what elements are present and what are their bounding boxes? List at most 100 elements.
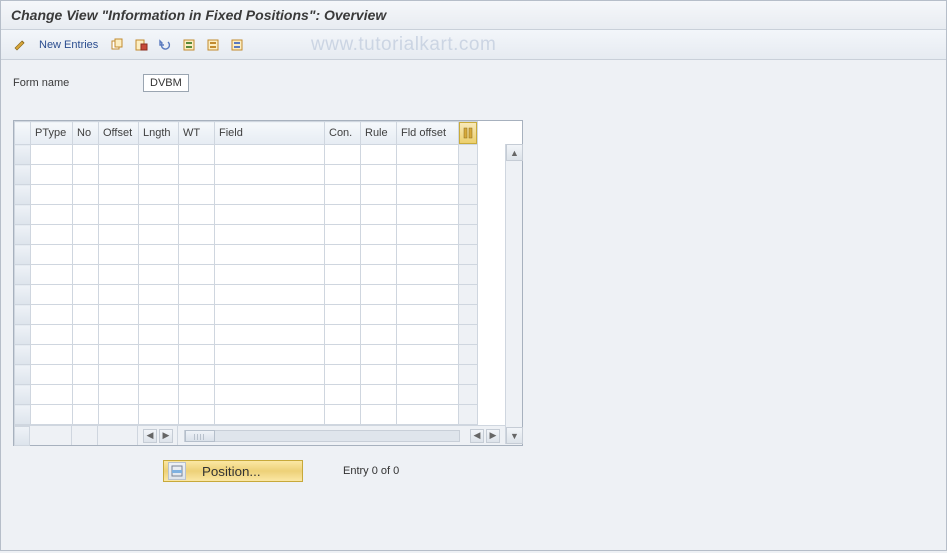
- cell[interactable]: [73, 385, 99, 405]
- row-selector[interactable]: [15, 265, 31, 285]
- cell[interactable]: [215, 205, 325, 225]
- col-field[interactable]: Field: [215, 122, 325, 145]
- cell[interactable]: [215, 185, 325, 205]
- scroll-down-icon[interactable]: ▼: [506, 427, 523, 444]
- cell[interactable]: [325, 185, 361, 205]
- row-selector[interactable]: [15, 305, 31, 325]
- cell[interactable]: [179, 325, 215, 345]
- cell[interactable]: [325, 225, 361, 245]
- table-row[interactable]: [15, 225, 478, 245]
- cell[interactable]: [179, 145, 215, 165]
- cell[interactable]: [361, 205, 397, 225]
- cell[interactable]: [179, 405, 215, 425]
- cell[interactable]: [179, 345, 215, 365]
- row-selector[interactable]: [15, 185, 31, 205]
- table-row[interactable]: [15, 205, 478, 225]
- cell[interactable]: [325, 345, 361, 365]
- select-all-icon[interactable]: [178, 34, 200, 56]
- cell[interactable]: [325, 365, 361, 385]
- table-row[interactable]: [15, 385, 478, 405]
- undo-icon[interactable]: [154, 34, 176, 56]
- cell[interactable]: [99, 225, 139, 245]
- col-length[interactable]: Lngth: [139, 122, 179, 145]
- select-all-header[interactable]: [15, 122, 31, 145]
- new-entries-button[interactable]: New Entries: [33, 37, 104, 53]
- row-selector[interactable]: [15, 165, 31, 185]
- cell[interactable]: [73, 345, 99, 365]
- row-selector[interactable]: [15, 325, 31, 345]
- cell[interactable]: [215, 405, 325, 425]
- cell[interactable]: [73, 165, 99, 185]
- cell[interactable]: [361, 325, 397, 345]
- cell[interactable]: [179, 225, 215, 245]
- cell[interactable]: [73, 265, 99, 285]
- cell[interactable]: [397, 245, 459, 265]
- cell[interactable]: [215, 145, 325, 165]
- cell[interactable]: [99, 185, 139, 205]
- cell[interactable]: [31, 185, 73, 205]
- table-row[interactable]: [15, 185, 478, 205]
- scroll-up-icon[interactable]: ▲: [506, 144, 523, 161]
- col-fldoffset[interactable]: Fld offset: [397, 122, 459, 145]
- cell[interactable]: [73, 145, 99, 165]
- h-scroll-thumb[interactable]: [185, 430, 215, 442]
- col-wt[interactable]: WT: [179, 122, 215, 145]
- cell[interactable]: [99, 325, 139, 345]
- cell[interactable]: [99, 365, 139, 385]
- cell[interactable]: [325, 285, 361, 305]
- cell[interactable]: [361, 305, 397, 325]
- cell[interactable]: [361, 265, 397, 285]
- cell[interactable]: [99, 265, 139, 285]
- cell[interactable]: [73, 305, 99, 325]
- cell[interactable]: [397, 345, 459, 365]
- cell[interactable]: [361, 405, 397, 425]
- cell[interactable]: [397, 185, 459, 205]
- table-row[interactable]: [15, 285, 478, 305]
- col-con[interactable]: Con.: [325, 122, 361, 145]
- cell[interactable]: [31, 145, 73, 165]
- table-row[interactable]: [15, 245, 478, 265]
- col-ptype[interactable]: PType: [31, 122, 73, 145]
- cell[interactable]: [361, 385, 397, 405]
- cell[interactable]: [31, 285, 73, 305]
- row-selector[interactable]: [15, 405, 31, 425]
- cell[interactable]: [139, 145, 179, 165]
- cell[interactable]: [397, 405, 459, 425]
- cell[interactable]: [325, 165, 361, 185]
- scroll-first-icon[interactable]: ◀: [143, 429, 157, 443]
- cell[interactable]: [139, 405, 179, 425]
- cell[interactable]: [139, 325, 179, 345]
- col-offset[interactable]: Offset: [99, 122, 139, 145]
- cell[interactable]: [325, 385, 361, 405]
- cell[interactable]: [397, 205, 459, 225]
- row-selector[interactable]: [15, 245, 31, 265]
- row-selector[interactable]: [15, 365, 31, 385]
- delete-icon[interactable]: [130, 34, 152, 56]
- cell[interactable]: [179, 205, 215, 225]
- cell[interactable]: [215, 325, 325, 345]
- table-row[interactable]: [15, 345, 478, 365]
- cell[interactable]: [215, 285, 325, 305]
- cell[interactable]: [215, 305, 325, 325]
- cell[interactable]: [179, 185, 215, 205]
- cell[interactable]: [31, 265, 73, 285]
- cell[interactable]: [99, 285, 139, 305]
- cell[interactable]: [99, 385, 139, 405]
- cell[interactable]: [361, 225, 397, 245]
- scroll-last-icon[interactable]: ▶: [486, 429, 500, 443]
- toggle-change-icon[interactable]: [9, 34, 31, 56]
- cell[interactable]: [397, 165, 459, 185]
- cell[interactable]: [31, 345, 73, 365]
- cell[interactable]: [31, 205, 73, 225]
- cell[interactable]: [325, 205, 361, 225]
- cell[interactable]: [73, 205, 99, 225]
- row-selector[interactable]: [15, 385, 31, 405]
- cell[interactable]: [397, 385, 459, 405]
- cell[interactable]: [139, 265, 179, 285]
- cell[interactable]: [397, 325, 459, 345]
- cell[interactable]: [179, 385, 215, 405]
- cell[interactable]: [139, 205, 179, 225]
- cell[interactable]: [139, 365, 179, 385]
- cell[interactable]: [139, 305, 179, 325]
- table-row[interactable]: [15, 145, 478, 165]
